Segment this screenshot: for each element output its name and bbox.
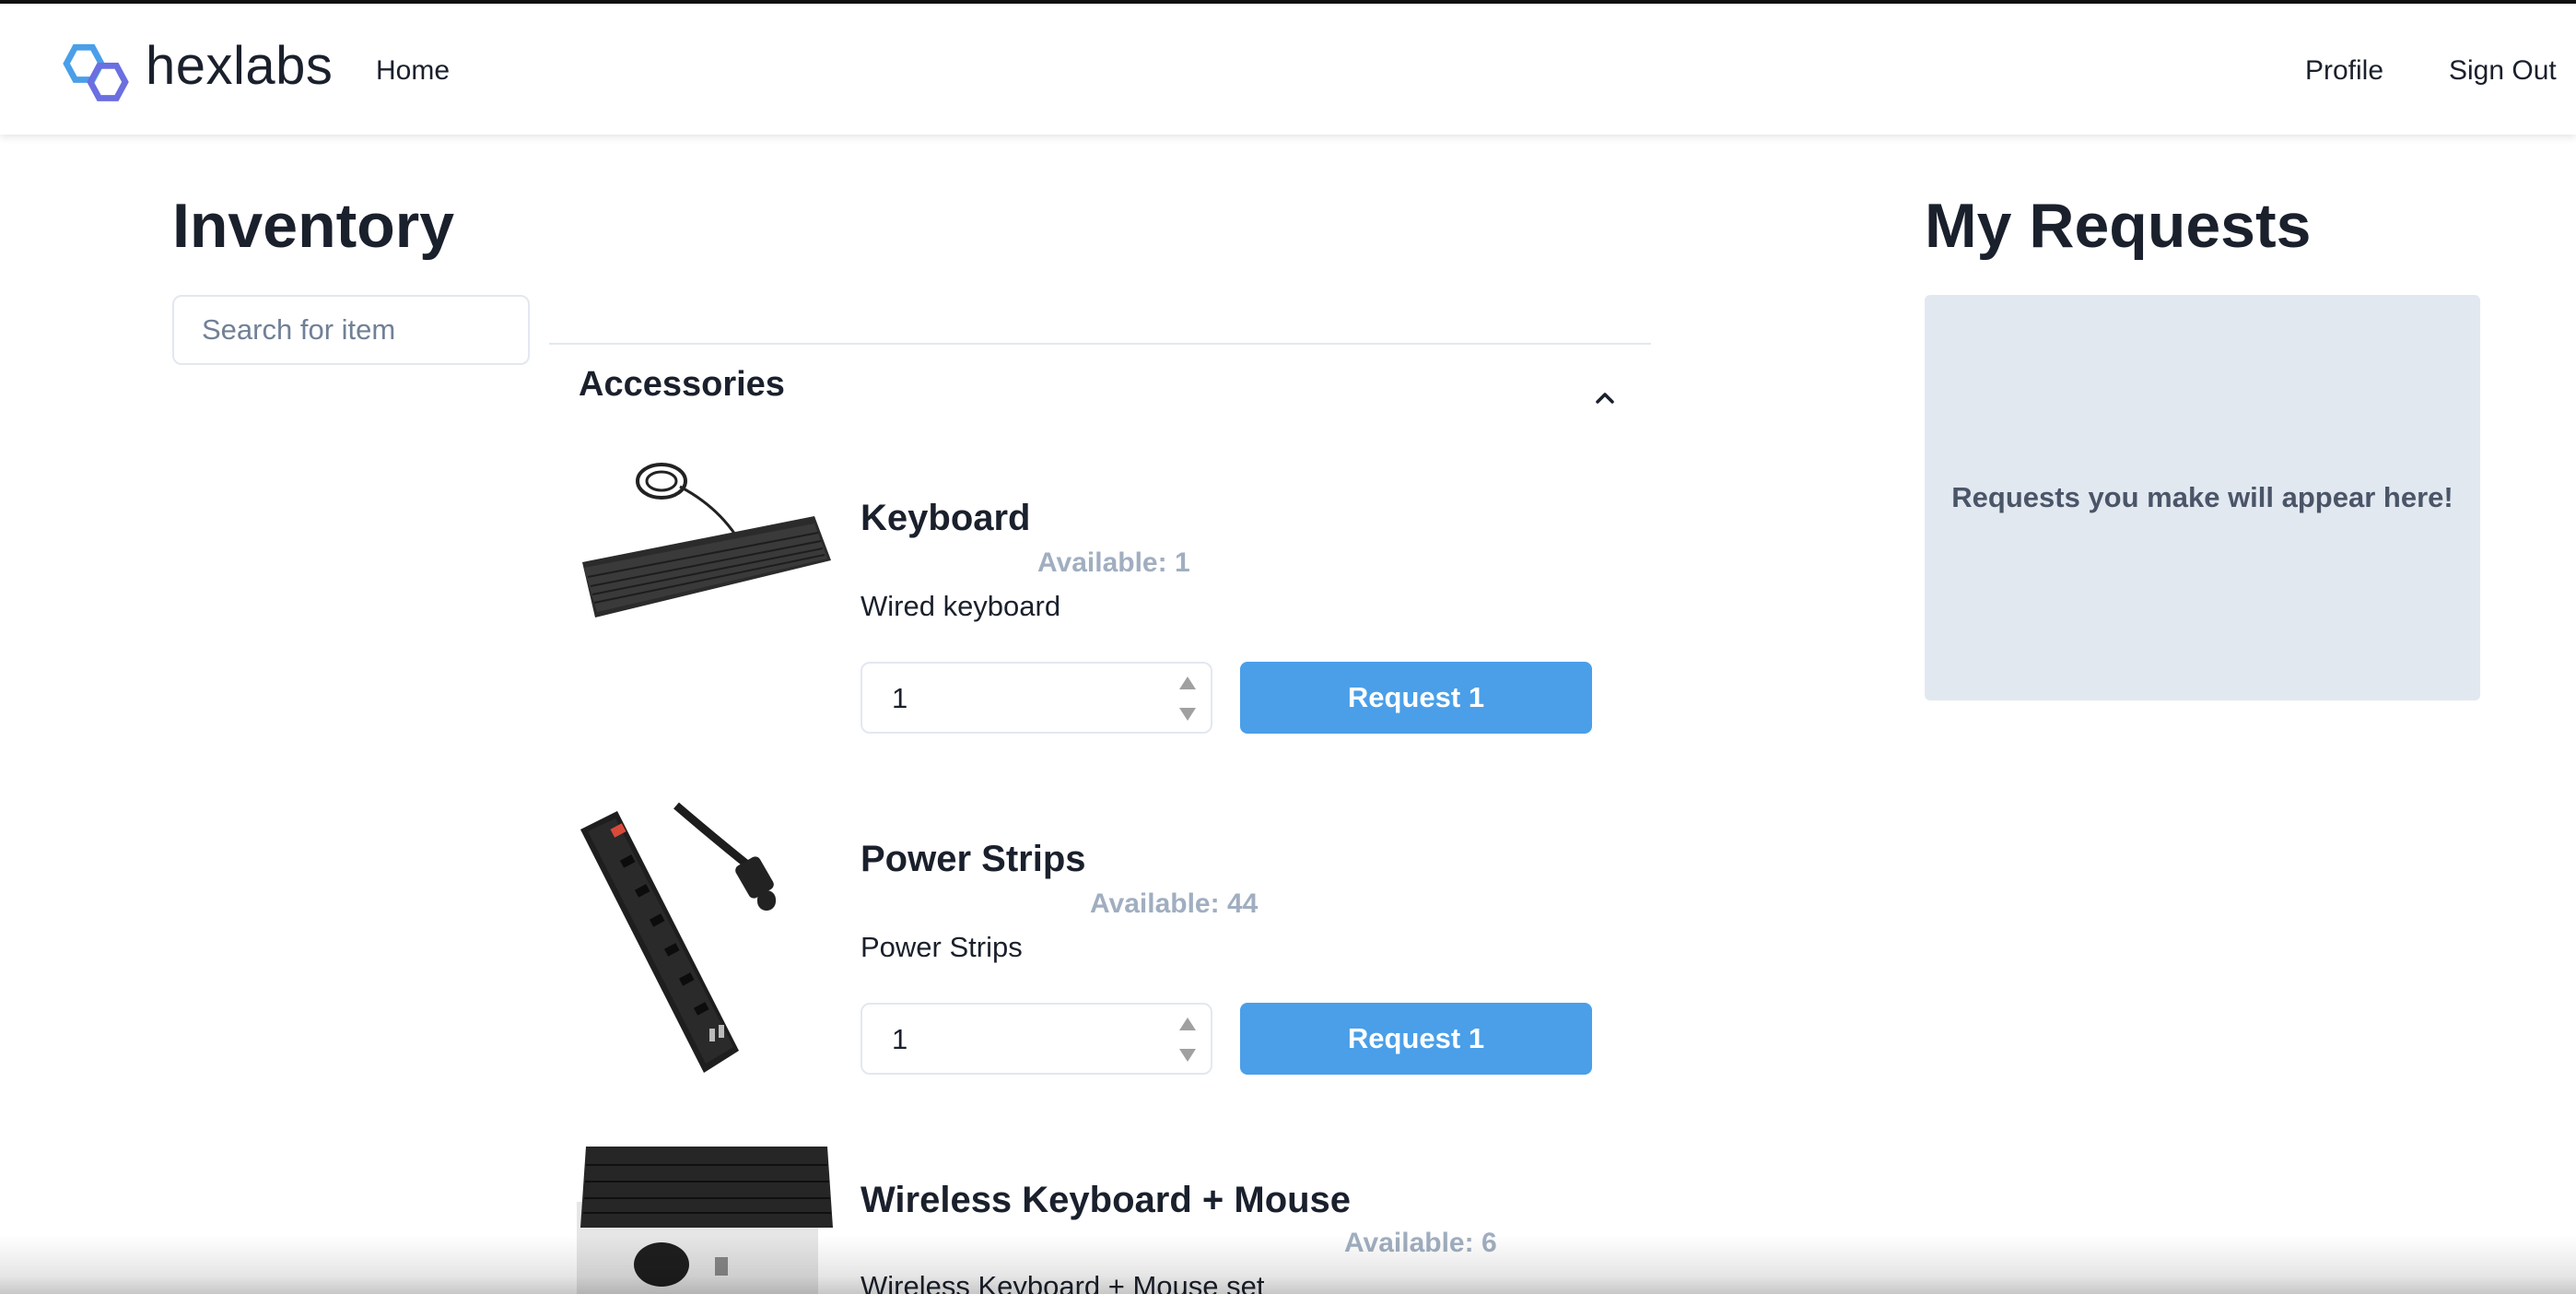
request-button-power-strips[interactable]: Request 1 bbox=[1240, 1003, 1592, 1075]
inventory-title: Inventory bbox=[172, 191, 455, 261]
increment-arrow-icon[interactable] bbox=[1177, 1016, 1198, 1032]
request-button-keyboard[interactable]: Request 1 bbox=[1240, 662, 1592, 734]
requests-empty-message: Requests you make will appear here! bbox=[1951, 481, 2453, 513]
quantity-value[interactable]: 1 bbox=[892, 682, 907, 715]
category-divider bbox=[549, 343, 1651, 345]
nav-signout-link[interactable]: Sign Out bbox=[2449, 55, 2557, 87]
brand-name[interactable]: hexlabs bbox=[146, 35, 333, 97]
item-name-power-strips: Power Strips bbox=[861, 839, 1086, 879]
item-available-wireless-keyboard-mouse: Available: 6 bbox=[1344, 1228, 1497, 1258]
nav-profile-link[interactable]: Profile bbox=[2305, 55, 2383, 87]
increment-arrow-icon[interactable] bbox=[1177, 675, 1198, 691]
requests-panel: Requests you make will appear here! bbox=[1925, 295, 2480, 700]
window-bottom-shadow bbox=[0, 1235, 2576, 1294]
item-available-power-strips: Available: 44 bbox=[1090, 888, 1259, 919]
decrement-arrow-icon[interactable] bbox=[1177, 706, 1198, 723]
nav-home-link[interactable]: Home bbox=[376, 55, 450, 87]
item-name-keyboard: Keyboard bbox=[861, 498, 1031, 538]
quantity-value[interactable]: 1 bbox=[892, 1023, 907, 1056]
quantity-stepper-power-strips[interactable]: 1 bbox=[861, 1003, 1212, 1075]
requests-title: My Requests bbox=[1925, 191, 2312, 261]
decrement-arrow-icon[interactable] bbox=[1177, 1047, 1198, 1064]
hexlabs-logo-icon[interactable] bbox=[59, 37, 135, 103]
chevron-up-icon[interactable] bbox=[1587, 383, 1623, 411]
item-description-wireless-keyboard-mouse: Wireless Keyboard + Mouse set bbox=[861, 1270, 1265, 1294]
keyboard-image bbox=[582, 463, 831, 618]
wireless-keyboard-mouse-image bbox=[577, 1147, 833, 1294]
category-title[interactable]: Accessories bbox=[579, 365, 785, 405]
search-input[interactable] bbox=[172, 295, 530, 365]
power-strip-image bbox=[580, 802, 776, 1073]
item-name-wireless-keyboard-mouse: Wireless Keyboard + Mouse bbox=[861, 1180, 1352, 1220]
item-description-power-strips: Power Strips bbox=[861, 931, 1023, 963]
item-description-keyboard: Wired keyboard bbox=[861, 590, 1061, 622]
item-available-keyboard: Available: 1 bbox=[1037, 547, 1190, 578]
navbar: hexlabs Home Profile Sign Out bbox=[0, 4, 2576, 135]
quantity-stepper-keyboard[interactable]: 1 bbox=[861, 662, 1212, 734]
